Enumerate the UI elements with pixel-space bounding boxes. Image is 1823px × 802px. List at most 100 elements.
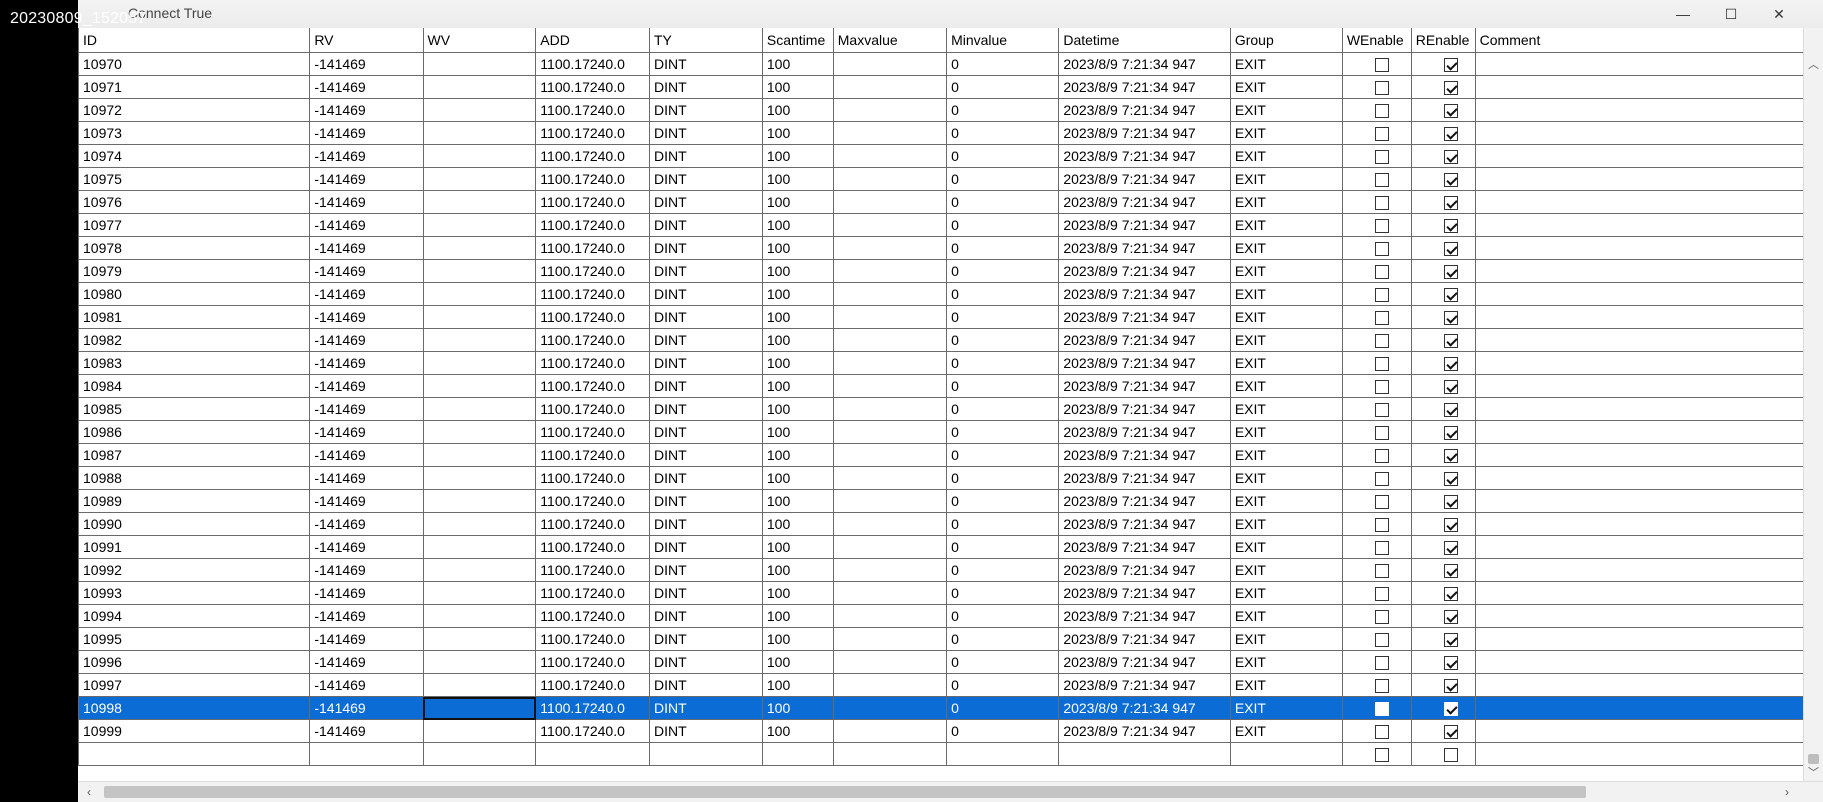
renable-cell[interactable]: [1410, 742, 1476, 766]
maxvalue-cell[interactable]: [832, 213, 948, 237]
renable-checkbox[interactable]: [1443, 633, 1458, 648]
ty-cell[interactable]: DINT: [648, 696, 763, 720]
maxvalue-cell[interactable]: [832, 121, 948, 145]
renable-checkbox[interactable]: [1443, 127, 1458, 142]
add-cell[interactable]: 1100.17240.0: [535, 466, 650, 490]
comment-cell[interactable]: [1474, 236, 1804, 260]
comment-cell[interactable]: [1474, 535, 1804, 559]
table-row[interactable]: 10974 -141469 1100.17240.0 DINT 100 0 2023/8/9…: [78, 144, 1804, 168]
rv-cell[interactable]: -141469: [309, 167, 424, 191]
wenable-checkbox[interactable]: [1374, 564, 1389, 579]
wv-cell[interactable]: [422, 328, 537, 352]
group-cell[interactable]: EXIT: [1229, 512, 1343, 536]
wenable-cell[interactable]: [1341, 351, 1412, 375]
group-cell[interactable]: EXIT: [1229, 98, 1343, 122]
maxvalue-cell[interactable]: [832, 558, 948, 582]
rv-cell[interactable]: -141469: [309, 489, 424, 513]
add-cell[interactable]: 1100.17240.0: [535, 144, 650, 168]
id-cell[interactable]: 10980: [78, 282, 311, 306]
minvalue-cell[interactable]: 0: [946, 374, 1060, 398]
table-row[interactable]: 10994 -141469 1100.17240.0 DINT 100 0 2023/8/9…: [78, 604, 1804, 628]
column-header-add[interactable]: ADD: [535, 28, 650, 53]
renable-checkbox[interactable]: [1443, 679, 1458, 694]
table-row[interactable]: 10972 -141469 1100.17240.0 DINT 100 0 2023/8/9…: [78, 98, 1804, 122]
scantime-cell[interactable]: 100: [761, 443, 834, 467]
id-cell[interactable]: 10977: [78, 213, 311, 237]
rv-cell[interactable]: -141469: [309, 466, 424, 490]
renable-checkbox[interactable]: [1443, 702, 1458, 717]
add-cell[interactable]: 1100.17240.0: [535, 397, 650, 421]
wv-cell[interactable]: [422, 121, 537, 145]
renable-cell[interactable]: [1410, 98, 1476, 122]
id-cell[interactable]: 10984: [78, 374, 311, 398]
rv-cell[interactable]: -141469: [309, 443, 424, 467]
wv-cell[interactable]: [422, 512, 537, 536]
wenable-cell[interactable]: [1341, 75, 1412, 99]
ty-cell[interactable]: DINT: [648, 328, 763, 352]
minvalue-cell[interactable]: 0: [946, 75, 1060, 99]
wenable-checkbox[interactable]: [1374, 725, 1389, 740]
id-cell[interactable]: 10992: [78, 558, 311, 582]
add-cell[interactable]: 1100.17240.0: [535, 328, 650, 352]
renable-cell[interactable]: [1410, 696, 1476, 720]
datetime-cell[interactable]: 2023/8/9 7:21:34 947: [1058, 213, 1231, 237]
add-cell[interactable]: 1100.17240.0: [535, 167, 650, 191]
datetime-cell[interactable]: 2023/8/9 7:21:34 947: [1058, 466, 1231, 490]
ty-cell[interactable]: DINT: [648, 259, 763, 283]
wenable-cell[interactable]: [1341, 259, 1412, 283]
add-cell[interactable]: 1100.17240.0: [535, 259, 650, 283]
maxvalue-cell[interactable]: [832, 719, 948, 743]
group-cell[interactable]: EXIT: [1229, 328, 1343, 352]
group-cell[interactable]: EXIT: [1229, 696, 1343, 720]
rv-cell[interactable]: -141469: [309, 650, 424, 674]
group-cell[interactable]: EXIT: [1229, 397, 1343, 421]
renable-cell[interactable]: [1410, 305, 1476, 329]
scantime-cell[interactable]: 100: [761, 374, 834, 398]
ty-cell[interactable]: DINT: [648, 236, 763, 260]
wenable-cell[interactable]: [1341, 52, 1412, 76]
renable-cell[interactable]: [1410, 190, 1476, 214]
table-row[interactable]: 10981 -141469 1100.17240.0 DINT 100 0 2023/8/9…: [78, 305, 1804, 329]
maxvalue-cell[interactable]: [832, 144, 948, 168]
minvalue-cell[interactable]: 0: [946, 282, 1060, 306]
minvalue-cell[interactable]: 0: [946, 466, 1060, 490]
datetime-cell[interactable]: [1058, 742, 1231, 766]
minvalue-cell[interactable]: 0: [946, 443, 1060, 467]
id-cell[interactable]: 10987: [78, 443, 311, 467]
minvalue-cell[interactable]: 0: [946, 535, 1060, 559]
column-header-minvalue[interactable]: Minvalue: [946, 28, 1060, 53]
ty-cell[interactable]: DINT: [648, 604, 763, 628]
wenable-checkbox[interactable]: [1374, 495, 1389, 510]
group-cell[interactable]: EXIT: [1229, 259, 1343, 283]
minvalue-cell[interactable]: 0: [946, 52, 1060, 76]
ty-cell[interactable]: [648, 742, 763, 766]
table-row[interactable]: 10992 -141469 1100.17240.0 DINT 100 0 2023/8/9…: [78, 558, 1804, 582]
group-cell[interactable]: EXIT: [1229, 213, 1343, 237]
comment-cell[interactable]: [1474, 673, 1804, 697]
renable-cell[interactable]: [1410, 213, 1476, 237]
close-button[interactable]: ✕: [1757, 2, 1801, 26]
maxvalue-cell[interactable]: [832, 604, 948, 628]
comment-cell[interactable]: [1474, 259, 1804, 283]
renable-cell[interactable]: [1410, 167, 1476, 191]
column-header-wv[interactable]: WV: [422, 28, 537, 53]
rv-cell[interactable]: -141469: [309, 512, 424, 536]
id-cell[interactable]: 10986: [78, 420, 311, 444]
minvalue-cell[interactable]: 0: [946, 719, 1060, 743]
rv-cell[interactable]: -141469: [309, 98, 424, 122]
group-cell[interactable]: EXIT: [1229, 489, 1343, 513]
datetime-cell[interactable]: 2023/8/9 7:21:34 947: [1058, 443, 1231, 467]
add-cell[interactable]: 1100.17240.0: [535, 374, 650, 398]
ty-cell[interactable]: DINT: [648, 420, 763, 444]
renable-checkbox[interactable]: [1443, 426, 1458, 441]
ty-cell[interactable]: DINT: [648, 397, 763, 421]
wenable-cell[interactable]: [1341, 673, 1412, 697]
comment-cell[interactable]: [1474, 121, 1804, 145]
datetime-cell[interactable]: 2023/8/9 7:21:34 947: [1058, 351, 1231, 375]
wenable-checkbox[interactable]: [1374, 265, 1389, 280]
wenable-checkbox[interactable]: [1374, 449, 1389, 464]
add-cell[interactable]: 1100.17240.0: [535, 121, 650, 145]
minvalue-cell[interactable]: 0: [946, 627, 1060, 651]
renable-cell[interactable]: [1410, 443, 1476, 467]
add-cell[interactable]: 1100.17240.0: [535, 489, 650, 513]
